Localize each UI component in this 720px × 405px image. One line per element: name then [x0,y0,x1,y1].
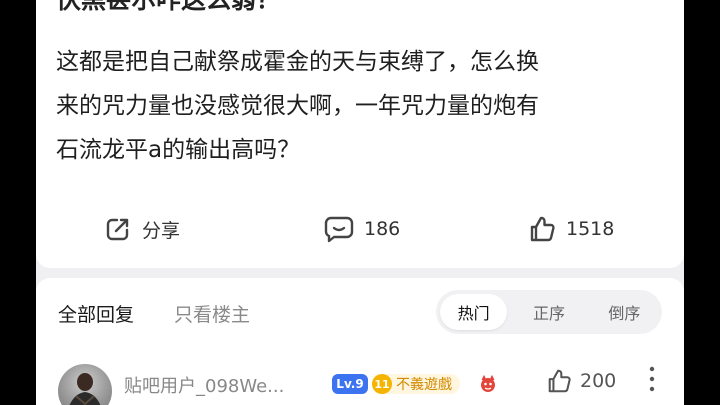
replies-section: 全部回复 只看楼主 热门 正序 倒序 贴吧用户_098We... Lv.9 11… [36,278,684,405]
comment-count: 186 [364,218,401,240]
fan-title: 不義遊戲 [396,377,452,393]
thumbs-up-icon [548,369,571,393]
comment-username[interactable]: 贴吧用户_098We... [124,372,284,398]
comment-button[interactable]: 186 [324,212,400,246]
comment-like-button[interactable]: 200 [546,368,616,394]
thumbs-up-icon [530,216,555,242]
comment-like-count: 200 [580,370,617,392]
sort-descending[interactable]: 倒序 [591,294,658,330]
avatar-figure [69,373,101,405]
like-count: 1518 [566,218,615,240]
tab-host-only[interactable]: 只看楼主 [174,300,250,327]
red-devil-icon [481,374,495,392]
post-body-line: 这都是把自己献祭成霍金的天与束缚了，怎么换 [56,49,539,75]
tab-all-replies[interactable]: 全部回复 [58,300,134,327]
share-label: 分享 [142,219,181,242]
post-card: 伏黑甚尔咋这么弱？ 这都是把自己献祭成霍金的天与束缚了，怎么换 来的咒力量也没感… [36,0,684,268]
comment-icon [324,216,354,243]
screen: 伏黑甚尔咋这么弱？ 这都是把自己献祭成霍金的天与束缚了，怎么换 来的咒力量也没感… [36,0,684,405]
comment-item: 贴吧用户_098We... Lv.9 11 不義遊戲 200 [36,360,684,405]
post-title: 伏黑甚尔咋这么弱？ [56,0,281,15]
sort-hot[interactable]: 热门 [440,294,508,330]
sort-switcher: 热门 正序 倒序 [436,290,662,334]
avatar[interactable] [58,364,112,405]
fan-badge: 11 不義遊戲 [372,374,460,394]
post-body: 这都是把自己献祭成霍金的天与束缚了，怎么换 来的咒力量也没感觉很大啊，一年咒力量… [56,40,676,172]
sort-ascending[interactable]: 正序 [515,294,582,330]
more-vertical-icon[interactable] [648,364,656,394]
post-body-line: 来的咒力量也没感觉很大啊，一年咒力量的炮有 [56,93,539,119]
post-body-line: 石流龙平a的输出高吗？ [56,137,301,163]
share-icon [106,218,129,241]
like-button[interactable]: 1518 [528,212,614,246]
level-badge: Lv.9 [332,374,368,394]
share-button[interactable]: 分享 [104,212,180,246]
fan-level-badge: 11 [372,374,392,394]
post-actions: 分享 186 1518 [36,212,684,246]
reply-filter-tabs: 全部回复 只看楼主 [58,298,250,328]
